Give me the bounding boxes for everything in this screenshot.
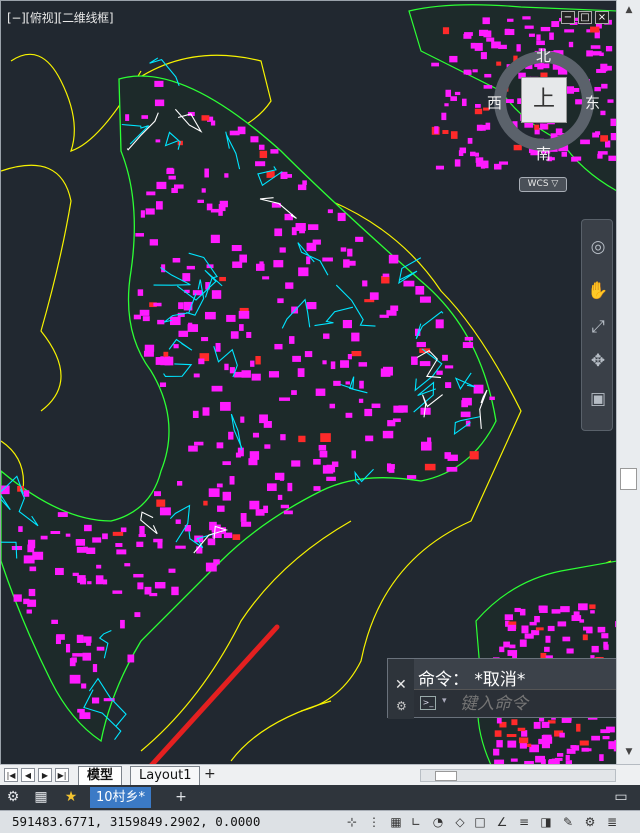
close-button[interactable]: × bbox=[595, 11, 609, 24]
snap-icon[interactable]: ⊹ bbox=[344, 814, 360, 830]
hscroll-thumb[interactable] bbox=[435, 771, 457, 781]
chevron-down-icon[interactable]: ▾ bbox=[442, 696, 447, 706]
viewcube-north[interactable]: 北 bbox=[536, 45, 551, 66]
scroll-thumb[interactable] bbox=[620, 468, 637, 490]
minimize-button[interactable]: − bbox=[561, 11, 575, 24]
gear-icon[interactable]: ⚙ bbox=[4, 788, 22, 806]
showmotion-icon[interactable]: ▣ bbox=[587, 388, 609, 410]
viewcube-face[interactable]: 上 bbox=[521, 77, 567, 123]
first-layout-icon[interactable]: |◀ bbox=[4, 768, 18, 782]
viewcube-south[interactable]: 南 bbox=[536, 143, 551, 164]
grid-display-icon[interactable]: ⋮ bbox=[366, 814, 382, 830]
otrack-icon[interactable]: ∠ bbox=[494, 814, 510, 830]
drawing-viewport[interactable]: [−][俯视][二维线框] − □ × 北 南 西 东 上 WCS ▽ ◎ ✋ … bbox=[0, 0, 616, 764]
previous-layout-icon[interactable]: ◀ bbox=[21, 768, 35, 782]
osnap-icon[interactable]: □ bbox=[472, 814, 488, 830]
polar-icon[interactable]: ◔ bbox=[430, 814, 446, 830]
isodraft-icon[interactable]: ◇ bbox=[452, 814, 468, 830]
vertical-scrollbar[interactable]: ▲ ▼ bbox=[616, 0, 640, 764]
wcs-menu[interactable]: WCS ▽ bbox=[519, 177, 567, 192]
command-window-grip[interactable]: ✕ ⚙ bbox=[388, 659, 414, 719]
command-window: ✕ ⚙ 命令： *取消* >_ ▾ bbox=[387, 658, 616, 719]
restore-button[interactable]: □ bbox=[578, 11, 592, 24]
add-layout-button[interactable]: + bbox=[204, 766, 216, 782]
wrench-icon[interactable]: ⚙ bbox=[396, 699, 407, 713]
star-icon[interactable]: ★ bbox=[62, 788, 80, 806]
new-file-button[interactable]: + bbox=[172, 788, 190, 806]
layout-window-icon[interactable]: ▭ bbox=[612, 788, 630, 806]
annotation-icon[interactable]: ✎ bbox=[560, 814, 576, 830]
viewcube-west[interactable]: 西 bbox=[487, 92, 502, 113]
command-history: 命令： *取消* bbox=[418, 670, 526, 690]
ortho-icon[interactable]: ∟ bbox=[408, 814, 424, 830]
scroll-up-icon[interactable]: ▲ bbox=[621, 2, 637, 18]
close-icon[interactable]: ✕ bbox=[395, 677, 407, 693]
coordinate-readout[interactable]: 591483.6771, 3159849.2902, 0.0000 bbox=[12, 814, 260, 829]
next-layout-icon[interactable]: ▶ bbox=[38, 768, 52, 782]
tab-layout1[interactable]: Layout1 bbox=[130, 766, 201, 785]
lineweight-icon[interactable]: ≡ bbox=[516, 814, 532, 830]
viewcube-east[interactable]: 东 bbox=[585, 92, 600, 113]
steering-wheel-icon[interactable]: ◎ bbox=[587, 236, 609, 258]
grid-mode-icon[interactable]: ▦ bbox=[388, 814, 404, 830]
pan-hand-icon[interactable]: ✋ bbox=[587, 280, 609, 302]
status-bar: 591483.6771, 3159849.2902, 0.0000 ⊹ ⋮ ▦ … bbox=[0, 810, 640, 833]
file-tab-bar: ⚙ ▦ ★ 10村乡* + ▭ bbox=[0, 785, 640, 810]
grid-icon[interactable]: ▦ bbox=[32, 788, 50, 806]
prompt-icon[interactable]: >_ bbox=[420, 696, 436, 710]
workspace-icon[interactable]: ⚙ bbox=[582, 814, 598, 830]
file-tab-active[interactable]: 10村乡* bbox=[90, 787, 152, 808]
last-layout-icon[interactable]: ▶| bbox=[55, 768, 69, 782]
customize-icon[interactable]: ≣ bbox=[604, 814, 620, 830]
tab-model[interactable]: 模型 bbox=[78, 766, 123, 785]
zoom-extents-icon[interactable]: ⤢ bbox=[587, 316, 609, 338]
command-input[interactable] bbox=[460, 693, 610, 715]
horizontal-scrollbar[interactable] bbox=[420, 769, 616, 782]
navigation-bar: ◎ ✋ ⤢ ✥ ▣ bbox=[581, 219, 613, 431]
viewport-label[interactable]: [−][俯视][二维线框] bbox=[7, 9, 114, 26]
layout-tab-bar: |◀ ◀ ▶ ▶| 模型 Layout1 + bbox=[0, 764, 640, 785]
scroll-down-icon[interactable]: ▼ bbox=[621, 744, 637, 760]
transparency-icon[interactable]: ◨ bbox=[538, 814, 554, 830]
orbit-icon[interactable]: ✥ bbox=[587, 350, 609, 372]
